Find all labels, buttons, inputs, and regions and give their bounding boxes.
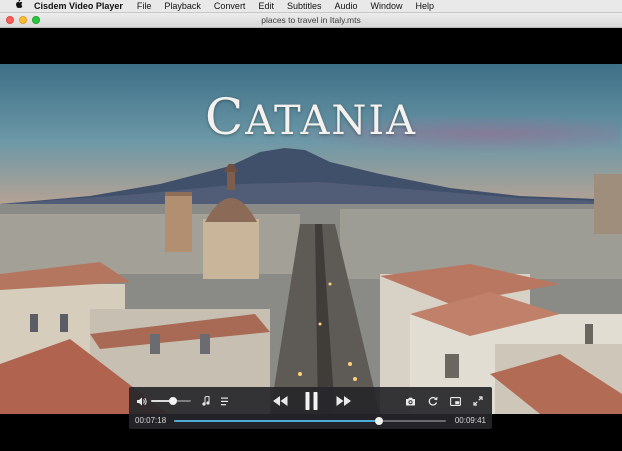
duration-time: 00:09:41 [454,416,486,425]
fast-forward-icon[interactable] [334,393,352,409]
video-frame: CATANIA [0,64,622,414]
window-titlebar: places to travel in Italy.mts [0,13,622,28]
seek-bar[interactable] [174,417,446,425]
current-time: 00:07:18 [135,416,167,425]
apple-icon[interactable] [12,0,24,13]
volume-slider[interactable] [151,397,191,405]
menu-bar: Cisdem Video Player File Playback Conver… [0,0,622,13]
music-note-icon[interactable] [200,394,212,408]
menu-subtitles[interactable]: Subtitles [287,1,322,11]
window-title: places to travel in Italy.mts [261,15,361,25]
picture-in-picture-icon[interactable] [448,394,462,408]
video-cityscape [0,164,622,414]
video-overlay-title: CATANIA [0,88,622,146]
menu-playback[interactable]: Playback [164,1,201,11]
playlist-icon[interactable] [219,394,231,408]
menu-file[interactable]: File [137,1,152,11]
video-area[interactable]: CATANIA 00:07:18 00:09:41 [0,28,622,451]
seek-bar-knob[interactable] [375,417,384,425]
menu-app-name[interactable]: Cisdem Video Player [34,1,123,11]
menu-convert[interactable]: Convert [214,1,246,11]
menu-help[interactable]: Help [416,1,435,11]
volume-icon[interactable] [135,394,149,408]
menu-edit[interactable]: Edit [258,1,274,11]
pause-icon[interactable] [302,390,320,412]
menu-audio[interactable]: Audio [334,1,357,11]
seek-bar-fill [174,420,380,422]
menu-window[interactable]: Window [371,1,403,11]
camera-icon[interactable] [404,394,416,408]
volume-slider-knob[interactable] [169,397,177,405]
player-controls: 00:07:18 00:09:41 [129,387,492,429]
rewind-icon[interactable] [271,393,289,409]
rotate-icon[interactable] [427,394,439,408]
video-overlay-text: CATANIA [204,88,418,146]
fullscreen-icon[interactable] [471,394,485,408]
